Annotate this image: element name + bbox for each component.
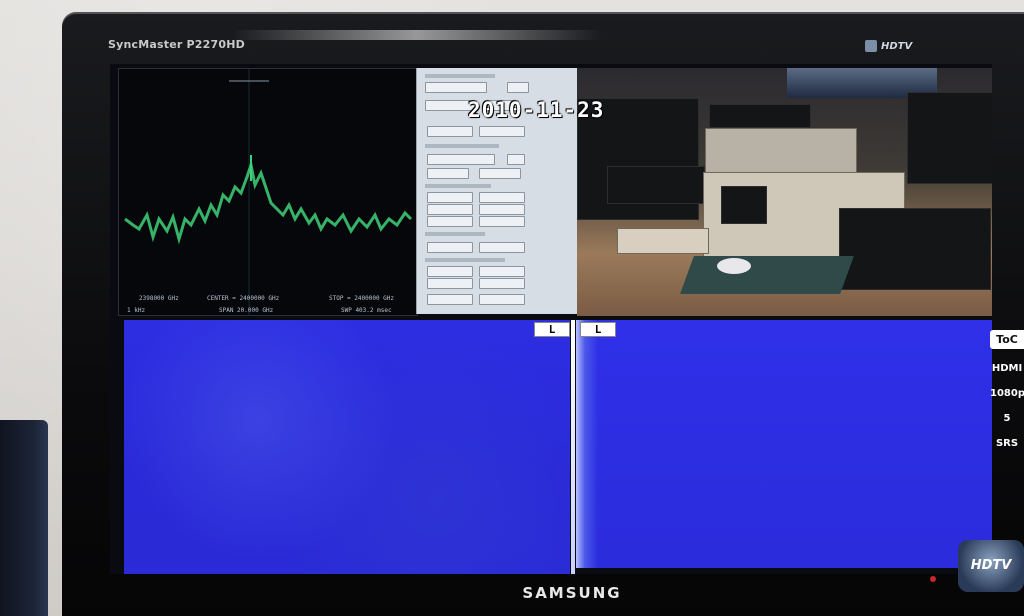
cam-mouse: [717, 258, 751, 274]
panel-button[interactable]: [479, 242, 525, 253]
5-badge: 5: [1003, 413, 1011, 424]
cam-radio: [607, 166, 705, 204]
panel-header: [425, 144, 499, 148]
panel-header: [425, 184, 491, 188]
cam-mousepad: [680, 256, 854, 294]
panel-button[interactable]: [427, 126, 473, 137]
panel-button[interactable]: [427, 204, 473, 215]
panel-button[interactable]: [427, 294, 473, 305]
panel-button[interactable]: [427, 242, 473, 253]
cam-papers: [617, 228, 709, 254]
panel-header: [425, 74, 495, 78]
waterfall-signal-band: [576, 320, 598, 568]
windows-logo-icon: [865, 40, 877, 52]
cam-receiver: [839, 208, 991, 290]
waterfall-left: [124, 320, 570, 574]
spectrum-trace: [124, 69, 413, 315]
panel-button[interactable]: [479, 168, 521, 179]
span-label: SPAN 20.000 GHz: [219, 307, 274, 314]
panel-button[interactable]: [479, 216, 525, 227]
hdtv-label-text: HDTV: [881, 41, 913, 52]
monitor-screen: 2398000 GHz CENTER = 2400000 GHz STOP = …: [110, 64, 992, 574]
panel-button[interactable]: [479, 204, 525, 215]
stop-freq-label: STOP = 2400000 GHz: [329, 295, 395, 302]
panel-button[interactable]: [479, 126, 525, 137]
panel-button[interactable]: [479, 294, 525, 305]
panel-button[interactable]: [479, 278, 525, 289]
panel-button[interactable]: [427, 192, 473, 203]
samsung-logo: SAMSUNG: [522, 584, 622, 602]
panel-button[interactable]: [427, 266, 473, 277]
toc-badge: ToC: [990, 330, 1024, 349]
cam-equipment-top: [709, 104, 811, 128]
cam-analyzer-screen: [721, 186, 767, 224]
center-freq-label: CENTER = 2400000 GHz: [207, 295, 280, 302]
rbw-label: 1 kHz: [127, 307, 146, 314]
bezel-glare: [232, 30, 602, 40]
video-timestamp: 2010-11-23: [468, 98, 605, 122]
waterfall-right: [576, 320, 992, 568]
panel-button[interactable]: [479, 266, 525, 277]
panel-button[interactable]: [507, 154, 525, 165]
model-label: SyncMaster P2270HD: [108, 38, 245, 51]
waterfall-marker-right[interactable]: L: [580, 322, 616, 337]
cam-equipment: [705, 128, 857, 174]
panel-button[interactable]: [425, 82, 487, 93]
spectrum-analyzer-display: 2398000 GHz CENTER = 2400000 GHz STOP = …: [118, 68, 418, 316]
waterfall-center-line: [571, 320, 575, 574]
panel-button[interactable]: [427, 154, 495, 165]
start-freq-label: 2398000 GHz: [139, 295, 179, 302]
panel-button[interactable]: [479, 192, 525, 203]
power-led-icon[interactable]: [930, 576, 936, 582]
1080p-badge: 1080p: [990, 388, 1024, 399]
panel-button[interactable]: [427, 216, 473, 227]
hdmi-badge: HDMI: [991, 363, 1023, 374]
webcam-view: [577, 68, 992, 316]
panel-button[interactable]: [507, 82, 529, 93]
srs-badge: SRS: [995, 438, 1019, 449]
sweep-label: SWP 403.2 msec: [341, 307, 392, 314]
panel-header: [425, 232, 485, 236]
waterfall-marker-left[interactable]: L: [534, 322, 570, 337]
panel-header: [425, 258, 505, 262]
panel-button[interactable]: [427, 168, 469, 179]
hdtv-label: HDTV: [865, 40, 912, 52]
panel-button[interactable]: [427, 278, 473, 289]
cam-equipment-right: [907, 92, 992, 184]
